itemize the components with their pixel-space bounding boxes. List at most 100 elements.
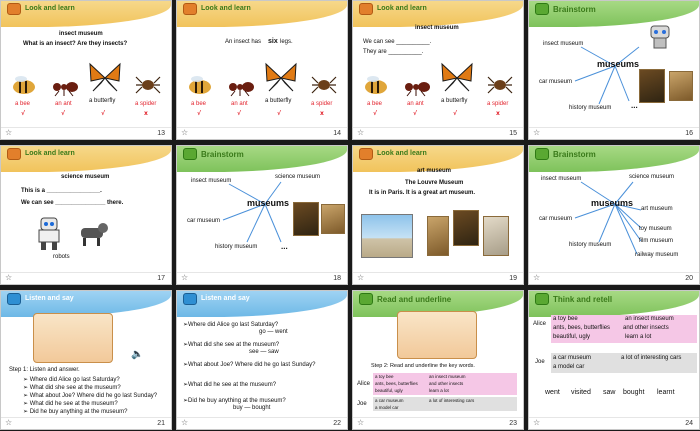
header-icon <box>359 293 373 305</box>
table-cell: and other insects <box>429 381 464 386</box>
slide-20[interactable]: Brainstorm insect museum science museum … <box>528 145 700 285</box>
header-title: Listen and say <box>25 295 74 302</box>
slide-number: 24 <box>685 420 693 427</box>
header-title: Look and learn <box>25 5 75 12</box>
label-spider: a spider <box>311 101 333 107</box>
header-icon <box>7 293 21 305</box>
slide-number: 18 <box>333 275 341 282</box>
slide-title: insect museum <box>415 25 459 31</box>
mindmap-item: car museum <box>187 218 221 224</box>
mindmap-item: art museum <box>641 206 673 212</box>
mark-bee: √ <box>197 110 202 117</box>
spider-icon <box>135 76 161 94</box>
mark-spider: x <box>496 110 500 117</box>
slide-footer-icon: ☆ <box>357 273 365 282</box>
story-illustration <box>33 313 113 363</box>
slide-footer <box>177 272 347 284</box>
question-item: ➢What about Joe? Where did he go last Su… <box>183 362 316 368</box>
verb-word: went <box>545 389 560 396</box>
line-1: The Louvre Museum <box>405 180 464 186</box>
mark-spider: x <box>320 110 324 117</box>
slide-18[interactable]: Brainstorm insect museum science museum … <box>176 145 348 285</box>
slide-15[interactable]: Look and learn insect museum We can see … <box>352 0 524 140</box>
slide-footer-icon: ☆ <box>533 273 541 282</box>
slide-footer-icon: ☆ <box>5 128 13 137</box>
header-title: Listen and say <box>201 295 250 302</box>
mark-ant: √ <box>413 110 418 117</box>
slide-14[interactable]: Look and learn An insect has six legs. a… <box>176 0 348 140</box>
robot-image <box>38 217 60 250</box>
joe-label: Joe <box>535 359 545 365</box>
slide-number: 15 <box>509 130 517 137</box>
bee-icon <box>13 76 35 94</box>
table-cell: ants, bees, butterflies <box>375 381 418 386</box>
slide-17[interactable]: Look and learn science museum This is a … <box>0 145 172 285</box>
alice-label: Alice <box>533 321 547 327</box>
slide-23[interactable]: Read and underline Step 2: Read and unde… <box>352 290 524 430</box>
verb-word: bought <box>623 389 645 396</box>
mindmap-item: history museum <box>215 244 258 250</box>
slide-footer <box>177 127 347 139</box>
slide-number: 19 <box>509 275 517 282</box>
sentence-part-c: legs. <box>280 39 293 45</box>
mindmap-center: museums <box>591 198 634 208</box>
header-title: Look and learn <box>377 5 427 12</box>
slide-footer <box>177 417 347 429</box>
mark-butterfly: √ <box>277 110 282 117</box>
slide-footer <box>529 127 699 139</box>
alice-label: Alice <box>357 381 371 387</box>
verb-pair: go — went <box>259 329 288 335</box>
mindmap-item: history museum <box>569 242 612 248</box>
robot-image <box>650 25 670 49</box>
mindmap-item: car museum <box>539 216 573 222</box>
slide-footer-icon: ☆ <box>181 418 189 427</box>
question-item: ➢ What did he see at the museum? <box>23 401 118 407</box>
slide-number: 17 <box>157 275 165 282</box>
table-cell: ants, bees, butterflies <box>553 325 611 331</box>
joe-label: Joe <box>357 401 367 407</box>
slide-21[interactable]: Listen and say 🔈 Step 1: Listen and answ… <box>0 290 172 430</box>
slide-number: 14 <box>333 130 341 137</box>
slide-19[interactable]: Look and learn art museum The Louvre Mus… <box>352 145 524 285</box>
label-butterfly: a butterfly <box>441 98 468 104</box>
slide-footer <box>1 417 171 429</box>
header-icon <box>535 293 549 305</box>
question-item: ➢ Did he buy anything at the museum? <box>23 409 128 415</box>
mindmap-center: museums <box>247 198 290 208</box>
slide-footer <box>1 272 171 284</box>
slide-title: insect museum <box>59 31 103 37</box>
table-cell: beautiful, ugly <box>375 388 403 393</box>
line-2: We can see _______________ there. <box>21 200 124 206</box>
statue-image <box>427 216 449 256</box>
slide-footer-icon: ☆ <box>357 418 365 427</box>
question-item: ➢ What did she see at the museum? <box>23 385 121 391</box>
slide-22[interactable]: Listen and say ➢Where did Alice go last … <box>176 290 348 430</box>
mark-spider: x <box>144 110 148 117</box>
slide-number: 23 <box>509 420 517 427</box>
slide-16[interactable]: Brainstorm insect museum car museum hist… <box>528 0 700 140</box>
mindmap-item: car museum <box>539 79 573 85</box>
slide-24[interactable]: Think and retell Alice a toy bee an inse… <box>528 290 700 430</box>
table-cell: learn a lot <box>625 334 652 340</box>
mark-bee: √ <box>21 110 26 117</box>
spider-icon <box>487 76 513 94</box>
speaker-icon[interactable]: 🔈 <box>131 349 143 360</box>
bee-icon <box>365 76 387 94</box>
slide-footer-icon: ☆ <box>5 418 13 427</box>
slide-number: 16 <box>685 130 693 137</box>
mindmap-item: science museum <box>629 174 675 180</box>
ant-icon <box>53 82 78 97</box>
table-cell: a toy bee <box>375 374 394 379</box>
mindmap-item: toy museum <box>639 226 672 232</box>
slide-number: 22 <box>333 420 341 427</box>
table-cell: a car museum <box>375 398 404 403</box>
table-cell: a model car <box>553 364 585 370</box>
mindmap-item: insect museum <box>191 178 232 184</box>
header-icon <box>183 293 197 305</box>
mona-lisa-image <box>453 210 479 246</box>
header-icon <box>359 148 373 160</box>
slide-13[interactable]: Look and learn insect museum What is an … <box>0 0 172 140</box>
sculpture-image <box>483 216 509 256</box>
header-title: Look and learn <box>25 150 75 157</box>
label-spider: a spider <box>135 101 157 107</box>
